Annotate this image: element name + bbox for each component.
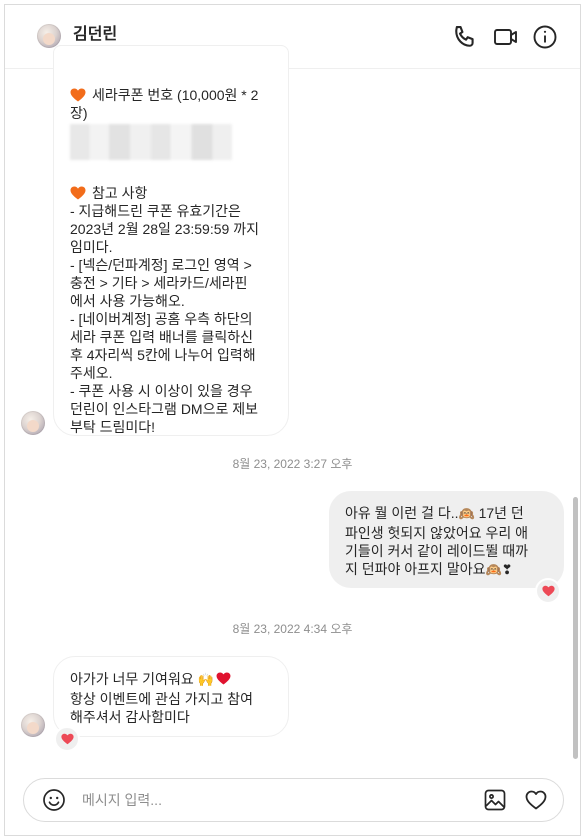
- coupon-heading: 세라쿠폰 번호 (10,000원 * 2: [92, 87, 259, 103]
- sender-avatar[interactable]: [21, 411, 45, 435]
- message-text-line: 부탁 드림미다!: [70, 419, 156, 435]
- see-no-evil-monkey-emoji: 🙉: [458, 507, 475, 522]
- message-text-line: 임미다.: [70, 239, 113, 255]
- chat-username[interactable]: 김던린: [73, 25, 117, 45]
- sender-avatar[interactable]: [21, 713, 45, 737]
- message-text-line: 충전 > 기타 > 세라카드/세라핀: [70, 275, 248, 291]
- message-text: 17년 던: [474, 505, 524, 521]
- message-text-line: 에서 사용 가능해오.: [70, 293, 185, 309]
- message-text-line: 세라쿠폰 번호 (10,000원 * 2: [70, 86, 276, 104]
- message-text-line: 기들이 커서 같이 레이드뛸 때까: [345, 543, 528, 559]
- red-heart-icon: [541, 585, 555, 597]
- message-text-line: 아유 뭘 이런 걸 다..🙉 17년 던: [345, 504, 554, 524]
- message-text: 아가가 너무 기여워요: [70, 671, 194, 687]
- message-text-line: 아가가 너무 기여워요 🙌: [70, 670, 278, 690]
- video-camera-icon[interactable]: [492, 23, 520, 51]
- message-text: 아유 뭘 이런 걸 다..: [345, 505, 459, 521]
- message-text-line: 참고 사항: [70, 184, 276, 202]
- message-input[interactable]: [82, 789, 462, 811]
- heart-icon[interactable]: [524, 788, 548, 812]
- notes-heading: 참고 사항: [92, 185, 148, 201]
- message-text-line: 주세오.: [70, 365, 113, 381]
- red-heart-icon: [60, 733, 74, 745]
- message-text-line: - [넥슨/던파계정] 로그인 영역 >: [70, 257, 252, 273]
- incoming-message-bubble[interactable]: 아가가 너무 기여워요 🙌 항상 이벤트에 관심 가지고 참여 해주셔서 감사함…: [53, 656, 289, 737]
- orange-heart-icon: [70, 88, 86, 102]
- message-timestamp: 8월 23, 2022 4:34 오후: [232, 622, 353, 636]
- image-icon[interactable]: [483, 788, 507, 812]
- raising-hands-emoji: 🙌: [197, 673, 214, 688]
- heart-reaction[interactable]: [54, 726, 80, 752]
- smiley-icon[interactable]: [42, 788, 66, 812]
- message-text-line: - 지급해드린 쿠폰 유효기간은: [70, 203, 241, 219]
- monkey-heart-emoji: 🙉❣: [485, 563, 513, 578]
- message-text: 지 던파야 아프지 말아요: [345, 561, 486, 577]
- message-text-line: - [네이버계정] 공홈 우측 하단의: [70, 311, 253, 327]
- message-composer: [23, 778, 564, 822]
- heart-reaction[interactable]: [535, 578, 561, 604]
- orange-heart-icon: [70, 186, 86, 200]
- dm-window: 김던린 세라쿠폰 번호 (10,000원 * 2 장) 참고 사항 - 지급해드…: [4, 4, 581, 836]
- message-text-line: 항상 이벤트에 관심 가지고 참여: [70, 691, 253, 707]
- avatar[interactable]: [37, 24, 61, 48]
- message-text-line: 2023년 2월 28일 23:59:59 까지: [70, 221, 259, 237]
- outgoing-message-bubble[interactable]: 아유 뭘 이런 걸 다..🙉 17년 던 파인생 헛되지 않았어요 우리 애 기…: [329, 491, 564, 588]
- phone-icon[interactable]: [451, 23, 479, 51]
- message-text-line: 후 4자리씩 5칸에 나누어 입력해: [70, 347, 256, 363]
- message-timestamp: 8월 23, 2022 3:27 오후: [232, 457, 353, 471]
- message-text-line: 파인생 헛되지 않았어요 우리 애: [345, 525, 528, 541]
- info-icon[interactable]: [531, 23, 559, 51]
- red-heart-icon: [216, 672, 231, 685]
- message-text-line: 던린이 인스타그램 DM으로 제보: [70, 401, 259, 417]
- message-text-line: 해주셔서 감사함미다: [70, 709, 190, 725]
- message-text-line: 세라 쿠폰 입력 배너를 클릭하신: [70, 329, 253, 345]
- message-text-line: - 쿠폰 사용 시 이상이 있을 경우: [70, 383, 253, 399]
- blurred-coupon-codes: [70, 124, 232, 160]
- message-text-line: 지 던파야 아프지 말아요🙉❣: [345, 560, 554, 580]
- incoming-message-bubble[interactable]: 세라쿠폰 번호 (10,000원 * 2 장) 참고 사항 - 지급해드린 쿠폰…: [53, 45, 289, 436]
- message-text-line: 장): [70, 105, 88, 121]
- scrollbar-thumb[interactable]: [573, 497, 578, 759]
